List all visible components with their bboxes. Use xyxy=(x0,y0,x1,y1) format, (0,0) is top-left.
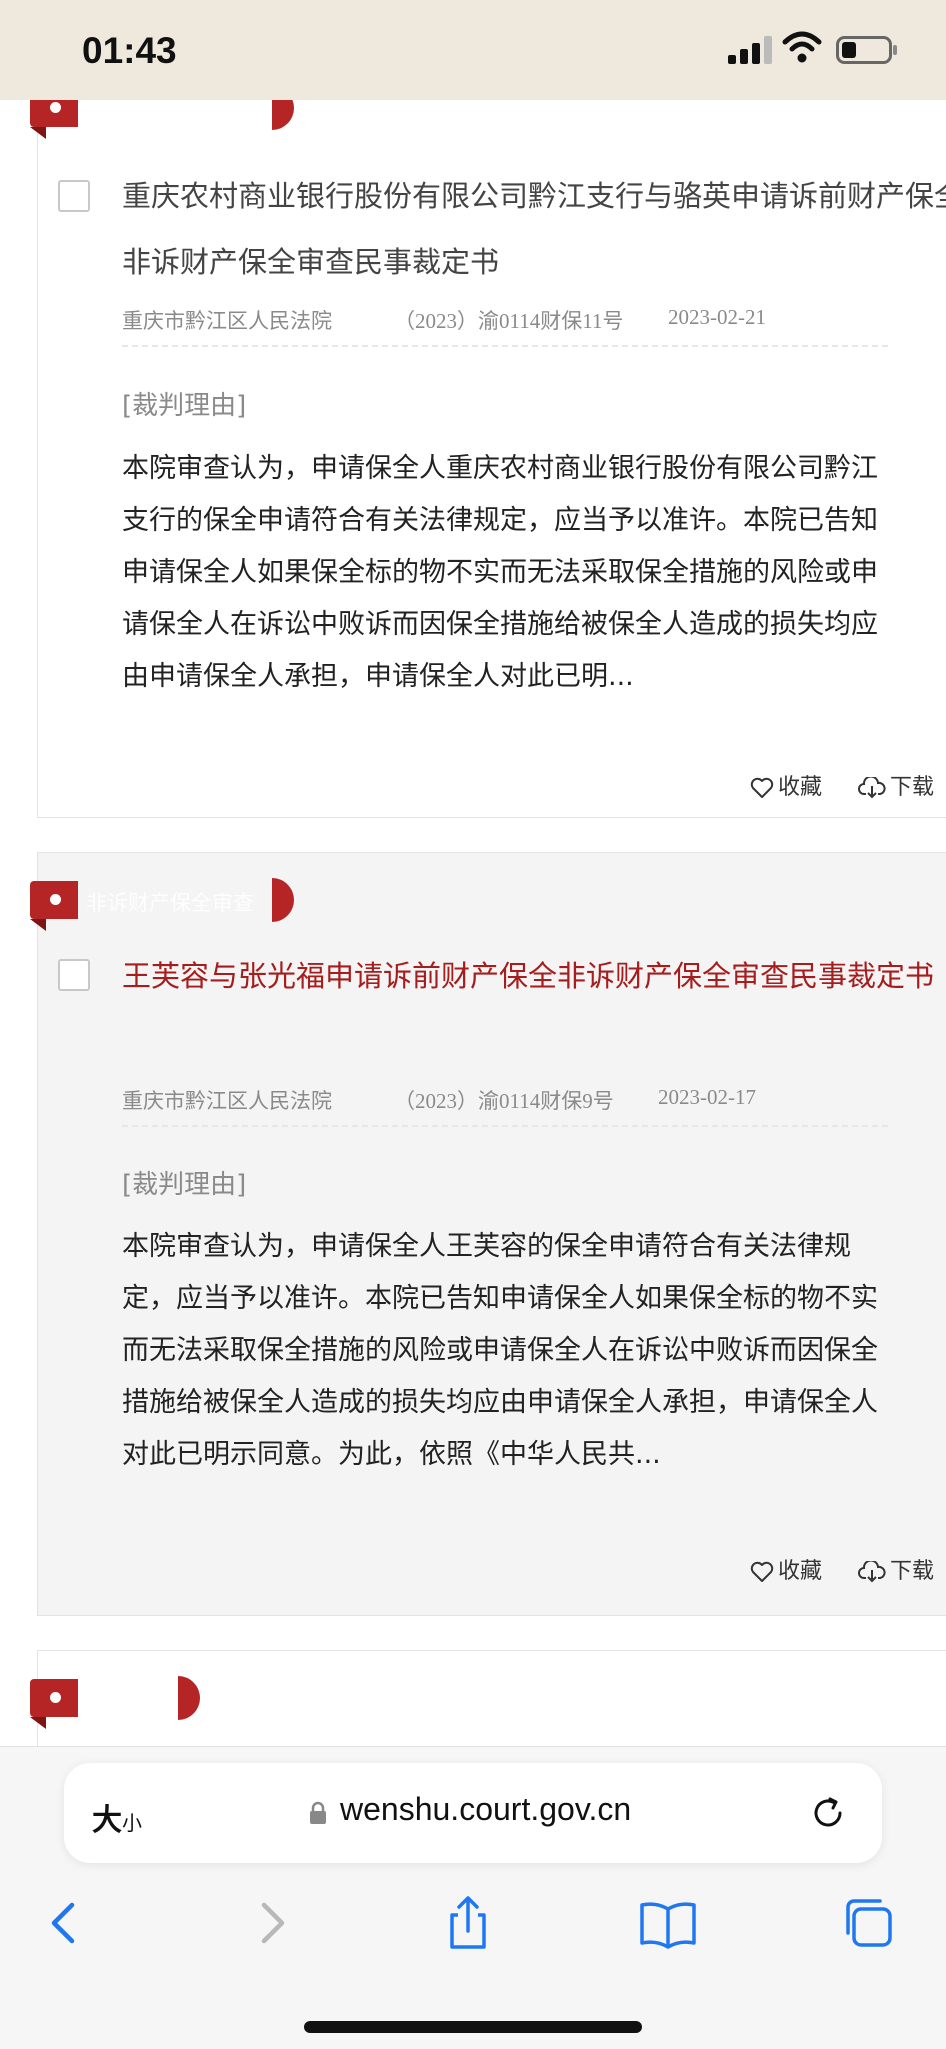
document-meta: 重庆市黔江区人民法院 （2023）渝0114财保11号 2023-02-21 xyxy=(122,297,888,347)
case-type-tag: 非诉财产保全审查 xyxy=(86,891,254,915)
download-label: 下载 xyxy=(890,1559,935,1584)
reload-icon[interactable] xyxy=(808,1793,848,1833)
safari-toolbar: 大小 wenshu.court.gov.cn xyxy=(0,1746,946,2049)
document-title[interactable]: 王芙容与张光福申请诉前财产保全非诉财产保全审查民事裁定书 xyxy=(122,943,946,1009)
card-ribbon-end xyxy=(272,878,294,922)
select-checkbox[interactable] xyxy=(58,959,90,991)
wifi-icon xyxy=(782,31,822,63)
favorite-button[interactable]: 收藏 xyxy=(750,769,822,801)
favorite-button[interactable]: 收藏 xyxy=(750,1553,822,1585)
result-card xyxy=(30,1650,946,1746)
heart-icon xyxy=(750,1561,774,1582)
tabs-icon[interactable] xyxy=(838,1893,898,1953)
card-ribbon xyxy=(30,1679,78,1717)
back-icon[interactable] xyxy=(36,1893,96,1953)
download-label: 下载 xyxy=(890,775,935,800)
card-ribbon-end xyxy=(178,1676,200,1720)
select-checkbox[interactable] xyxy=(58,180,90,212)
reason-label: [裁判理由] xyxy=(122,1170,247,1200)
reason-label: [裁判理由] xyxy=(122,391,247,421)
result-list: 重庆农村商业银行股份有限公司黔江支行与骆英申请诉前财产保全非诉财产保全审查民事裁… xyxy=(0,100,946,1746)
court-name: 重庆市黔江区人民法院 xyxy=(122,1089,332,1113)
bookmarks-icon[interactable] xyxy=(638,1893,698,1953)
status-bar: 01:43 xyxy=(0,0,946,100)
home-indicator xyxy=(304,2021,642,2033)
card-ribbon xyxy=(30,100,78,127)
judgment-date: 2023-02-21 xyxy=(668,305,766,329)
share-icon[interactable] xyxy=(438,1893,498,1953)
judgment-date: 2023-02-17 xyxy=(658,1085,756,1109)
document-title[interactable]: 重庆农村商业银行股份有限公司黔江支行与骆英申请诉前财产保全非诉财产保全审查民事裁… xyxy=(122,163,946,295)
case-number: （2023）渝0114财保9号 xyxy=(394,1089,614,1113)
status-time: 01:43 xyxy=(82,30,177,71)
lock-icon xyxy=(310,1801,326,1824)
cloud-download-icon xyxy=(858,1559,886,1583)
favorite-label: 收藏 xyxy=(778,775,823,800)
result-card: 重庆农村商业银行股份有限公司黔江支行与骆英申请诉前财产保全非诉财产保全审查民事裁… xyxy=(30,100,946,818)
cloud-download-icon xyxy=(858,775,886,799)
battery-icon xyxy=(836,36,897,64)
reason-summary: 本院审查认为，申请保全人王芙容的保全申请符合有关法律规定，应当予以准许。本院已告… xyxy=(122,1231,878,1470)
download-button[interactable]: 下载 xyxy=(858,769,934,801)
court-name: 重庆市黔江区人民法院 xyxy=(122,309,332,333)
favorite-label: 收藏 xyxy=(778,1559,823,1584)
card-ribbon-end xyxy=(272,100,294,130)
reason-summary: 本院审查认为，申请保全人重庆农村商业银行股份有限公司黔江支行的保全申请符合有关法… xyxy=(122,453,878,692)
url-text: wenshu.court.gov.cn xyxy=(340,1791,632,1827)
heart-icon xyxy=(750,777,774,798)
download-button[interactable]: 下载 xyxy=(858,1553,934,1585)
forward-icon[interactable] xyxy=(240,1893,300,1953)
case-number: （2023）渝0114财保11号 xyxy=(394,309,624,333)
card-ribbon xyxy=(30,881,78,919)
result-card: 非诉财产保全审查 王芙容与张光福申请诉前财产保全非诉财产保全审查民事裁定书 重庆… xyxy=(30,852,946,1616)
text-size-button[interactable]: 大小 xyxy=(92,1795,142,1839)
cellular-signal-icon xyxy=(728,36,772,64)
document-meta: 重庆市黔江区人民法院 （2023）渝0114财保9号 2023-02-17 xyxy=(122,1077,888,1127)
address-bar[interactable]: 大小 wenshu.court.gov.cn xyxy=(64,1763,882,1863)
